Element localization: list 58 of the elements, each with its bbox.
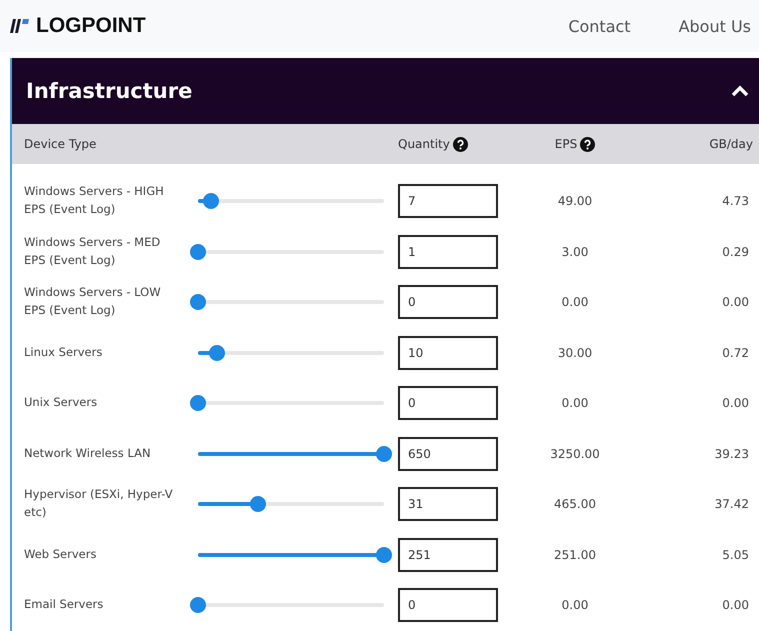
logo-text: LOGPOINT (36, 14, 146, 38)
gb-value: 4.73 (721, 194, 750, 208)
help-icon[interactable] (580, 136, 596, 152)
eps-value: 0.00 (560, 396, 590, 410)
nav-link[interactable]: About Us (678, 16, 751, 36)
slider-thumb[interactable] (190, 597, 206, 614)
collapse-toggle[interactable] (729, 83, 751, 99)
slider-thumb[interactable] (250, 496, 266, 512)
slider-thumb[interactable] (208, 344, 225, 361)
slider-thumb[interactable] (190, 395, 206, 412)
device-label: Unix Servers (24, 394, 98, 412)
device-label: Linux Servers (24, 344, 104, 361)
slider-thumb[interactable] (376, 446, 392, 462)
slider-thumb[interactable] (190, 244, 206, 260)
gb-value: 0.00 (721, 396, 750, 410)
device-label: Windows Servers - MED EPS (Event Log) (24, 234, 162, 269)
eps-value: 0.00 (560, 295, 590, 310)
device-label: Email Servers (24, 596, 104, 614)
panel-title: Infrastructure (26, 79, 192, 103)
device-label: Windows Servers - LOW EPS (Event Log) (24, 284, 162, 320)
quantity-input[interactable]: 0 (398, 285, 498, 320)
eps-value: 465.00 (553, 497, 597, 512)
help-icon[interactable] (452, 136, 468, 152)
chevron-up-icon (731, 85, 749, 97)
column-header: Quantity (398, 137, 450, 151)
gb-value: 0.29 (721, 244, 750, 259)
device-label: Hypervisor (ESXi, Hyper-V etc) (24, 486, 174, 522)
gb-value: 39.23 (714, 446, 750, 461)
gb-value: 0.00 (721, 598, 750, 612)
eps-value: 49.00 (556, 194, 594, 208)
slider-thumb[interactable] (203, 193, 220, 210)
device-label: Network Wireless LAN (24, 444, 152, 462)
gb-value: 5.05 (721, 548, 750, 562)
logo-icon (10, 17, 30, 35)
eps-value: 30.00 (556, 346, 594, 360)
gb-value: 0.00 (721, 295, 750, 310)
nav-link[interactable]: Contact (568, 16, 631, 36)
quantity-input[interactable]: 650 (398, 436, 498, 471)
eps-value: 0.00 (560, 598, 590, 612)
slider-thumb[interactable] (376, 546, 392, 563)
eps-value: 251.00 (553, 548, 597, 562)
device-label: Windows Servers - HIGH EPS (Event Log) (24, 183, 165, 218)
quantity-input[interactable]: 0 (398, 386, 498, 420)
column-header: Device Type (24, 137, 96, 151)
quantity-input[interactable]: 7 (398, 184, 498, 218)
device-label: Web Servers (24, 546, 98, 563)
column-header: GB/day (709, 137, 753, 151)
slider-thumb[interactable] (190, 294, 206, 310)
eps-value: 3.00 (560, 244, 590, 259)
quantity-input[interactable]: 31 (398, 487, 498, 522)
quantity-input[interactable]: 10 (398, 336, 498, 370)
quantity-input[interactable]: 1 (398, 234, 498, 269)
column-header: EPS (554, 137, 578, 151)
gb-value: 37.42 (714, 497, 750, 512)
quantity-input[interactable]: 0 (398, 588, 498, 622)
quantity-input[interactable]: 251 (398, 538, 498, 572)
gb-value: 0.72 (721, 346, 750, 360)
eps-value: 3250.00 (549, 446, 601, 461)
